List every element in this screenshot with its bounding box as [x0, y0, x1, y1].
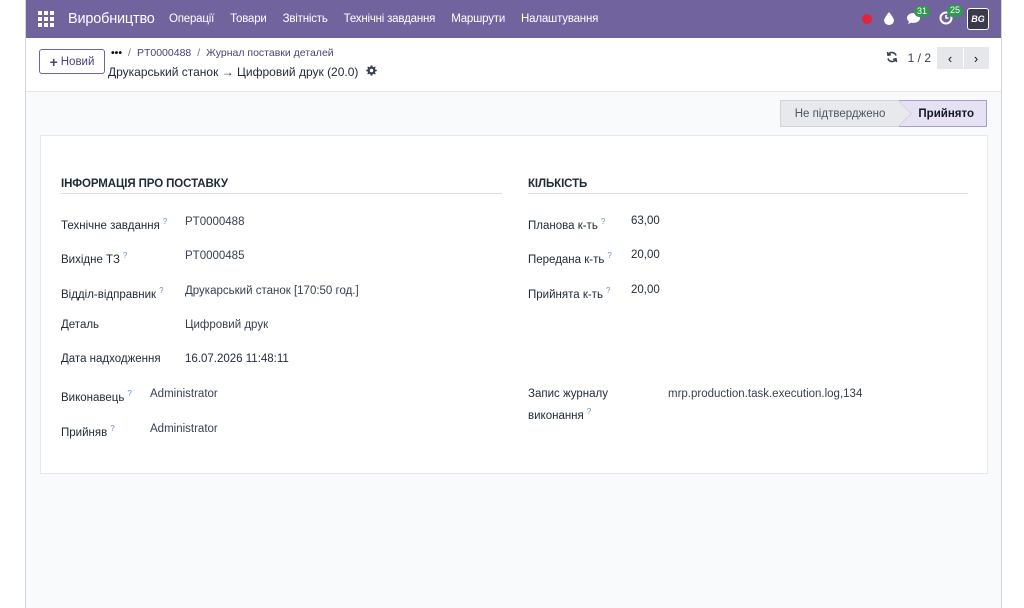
- field-label-accepted-qty: Прийнята к-ть?: [528, 286, 611, 301]
- chevron-left-icon[interactable]: ‹: [937, 47, 963, 69]
- bug-icon[interactable]: [862, 13, 872, 26]
- main-menu: Операції Товари Звітність Технічні завда…: [169, 13, 614, 25]
- field-label-sender-department: Відділ-відправник?: [61, 286, 164, 301]
- breadcrumb-separator: /: [128, 47, 131, 59]
- systray: 31 25 BG: [850, 5, 989, 31]
- menu-settings[interactable]: Налаштування: [521, 13, 598, 25]
- field-label-source-order: Вихідне ТЗ?: [61, 251, 128, 266]
- clock-icon[interactable]: 25: [939, 5, 964, 27]
- field-label-execution-log: Запис журналу виконання?: [528, 388, 608, 422]
- breadcrumb: ••• / PT0000488 / Журнал поставки детале…: [111, 47, 334, 59]
- field-accepted-qty[interactable]: 20,00: [631, 282, 660, 299]
- user-avatar[interactable]: BG: [967, 8, 989, 30]
- field-execution-log[interactable]: mrp.production.task.execution.log,134: [668, 386, 862, 403]
- field-accepted-by[interactable]: Administrator: [150, 421, 218, 438]
- pager-value[interactable]: 1 / 2: [908, 51, 931, 65]
- section-divider: [528, 193, 968, 194]
- field-label-transferred-qty: Передана к-ть?: [528, 251, 612, 266]
- app-frame: Виробництво Операції Товари Звітність Те…: [25, 0, 1002, 608]
- pager: 1 / 2 ‹ ›: [886, 47, 989, 69]
- new-button-label: Новий: [60, 55, 95, 68]
- field-work-order[interactable]: PT0000488: [185, 214, 244, 231]
- status-bar: Не підтверджено Прийнято: [779, 100, 987, 127]
- section-quantity-title: КІЛЬКІСТЬ: [528, 178, 588, 190]
- activities-badge: 25: [947, 5, 964, 17]
- field-label-executor: Виконавець?: [61, 389, 132, 404]
- field-label-part: Деталь: [61, 319, 100, 331]
- new-button[interactable]: + Новий: [39, 49, 105, 74]
- field-sender-department[interactable]: Друкарський станок [170:50 год.]: [185, 283, 359, 300]
- menu-routes[interactable]: Маршрути: [451, 13, 505, 25]
- record-title-text: Друкарський станок → Цифровий друк (20.0…: [108, 65, 359, 79]
- field-label-accepted-by: Прийняв?: [61, 424, 115, 439]
- stage-accepted[interactable]: Прийнято: [899, 100, 987, 127]
- control-panel: + Новий ••• / PT0000488 / Журнал поставк…: [26, 38, 1001, 92]
- menu-reporting[interactable]: Звітність: [283, 13, 328, 25]
- stage-unconfirmed-label: Не підтверджено: [794, 107, 886, 120]
- field-planned-qty[interactable]: 63,00: [631, 213, 660, 230]
- menu-work-orders[interactable]: Технічні завдання: [344, 13, 436, 25]
- field-arrival-date[interactable]: 16.07.2026 11:48:11: [185, 351, 289, 368]
- breadcrumb-work-order[interactable]: PT0000488: [137, 47, 191, 59]
- messages-badge: 31: [914, 5, 931, 18]
- refresh-icon[interactable]: [886, 51, 898, 66]
- section-divider: [61, 193, 502, 194]
- field-executor[interactable]: Administrator: [150, 386, 218, 403]
- menu-products[interactable]: Товари: [230, 13, 267, 25]
- breadcrumb-delivery-log[interactable]: Журнал поставки деталей: [206, 47, 333, 59]
- chevron-right-icon[interactable]: ›: [963, 47, 989, 69]
- drop-icon[interactable]: [884, 11, 894, 27]
- chat-icon[interactable]: 31: [906, 5, 931, 27]
- gear-icon[interactable]: [366, 65, 378, 79]
- field-part[interactable]: Цифровий друк: [185, 317, 268, 334]
- record-title: Друкарський станок → Цифровий друк (20.0…: [108, 65, 378, 79]
- breadcrumb-more[interactable]: •••: [111, 47, 122, 59]
- app-brand[interactable]: Виробництво: [68, 11, 155, 27]
- apps-icon[interactable]: [38, 11, 54, 27]
- stage-accepted-label: Прийнято: [918, 107, 974, 120]
- stage-unconfirmed[interactable]: Не підтверджено: [779, 100, 913, 127]
- plus-icon: +: [49, 53, 58, 70]
- field-label-planned-qty: Планова к-ть?: [528, 217, 606, 232]
- breadcrumb-separator: /: [197, 47, 201, 59]
- field-transferred-qty[interactable]: 20,00: [631, 247, 660, 264]
- top-navbar: Виробництво Операції Товари Звітність Те…: [26, 0, 1001, 38]
- field-label-work-order: Технічне завдання?: [61, 217, 168, 232]
- form-sheet: ІНФОРМАЦІЯ ПРО ПОСТАВКУ КІЛЬКІСТЬ Техніч…: [40, 135, 988, 474]
- menu-operations[interactable]: Операції: [169, 13, 214, 25]
- field-source-order[interactable]: PT0000485: [185, 248, 244, 265]
- field-label-arrival-date: Дата надходження: [61, 353, 161, 365]
- section-delivery-info-title: ІНФОРМАЦІЯ ПРО ПОСТАВКУ: [61, 178, 228, 190]
